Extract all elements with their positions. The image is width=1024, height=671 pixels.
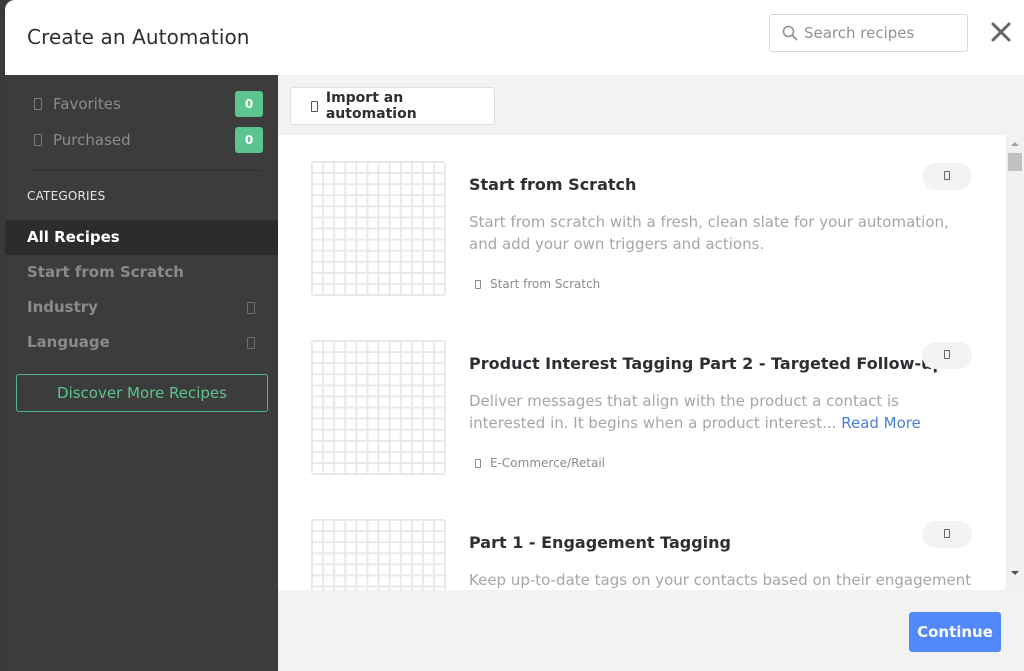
recipe-thumbnail — [311, 161, 446, 296]
category-all-recipes[interactable]: All Recipes — [5, 220, 278, 255]
category-label: All Recipes — [27, 228, 120, 246]
scrollbar-thumb[interactable] — [1008, 153, 1022, 171]
category-language[interactable]: Language — [5, 325, 278, 360]
purchased-count-badge: 0 — [235, 127, 263, 153]
recipe-tag-label: E-Commerce/Retail — [490, 456, 605, 470]
create-automation-modal: Create an Automation Favorites 0 Purchas… — [5, 0, 1024, 671]
recipe-card[interactable]: Product Interest Tagging Part 2 - Target… — [278, 314, 1006, 493]
categories-heading: CATEGORIES — [27, 189, 106, 203]
category-label: Language — [27, 333, 110, 351]
recipe-card[interactable]: Start from Scratch Start from scratch wi… — [278, 135, 1006, 314]
category-industry[interactable]: Industry — [5, 290, 278, 325]
search-input[interactable] — [804, 24, 954, 42]
recipe-description: Start from scratch with a fresh, clean s… — [469, 211, 979, 255]
chevron-right-icon — [247, 337, 255, 349]
recipe-thumbnail — [311, 340, 446, 475]
recipe-title: Part 1 - Engagement Tagging — [469, 533, 732, 552]
tag-icon — [475, 458, 481, 468]
sidebar-divider — [32, 170, 261, 171]
category-label: Start from Scratch — [27, 263, 184, 281]
recipe-title: Product Interest Tagging Part 2 - Target… — [469, 354, 944, 373]
category-label: Industry — [27, 298, 98, 316]
modal-title: Create an Automation — [27, 25, 250, 49]
scroll-down-arrow-icon[interactable] — [1011, 571, 1019, 575]
modal-header: Create an Automation — [5, 0, 1024, 75]
recipe-description-text: Keep up-to-date tags on your contacts ba… — [469, 571, 972, 589]
import-automation-button[interactable]: Import an automation — [290, 87, 495, 125]
purchased-label: Purchased — [53, 131, 131, 149]
recipe-list[interactable]: Start from Scratch Start from scratch wi… — [278, 135, 1024, 590]
favorite-toggle-button[interactable] — [922, 342, 972, 369]
search-box[interactable] — [769, 14, 968, 52]
scroll-up-arrow-icon[interactable] — [1011, 142, 1019, 146]
favorite-toggle-button[interactable] — [922, 521, 972, 548]
recipe-tag-label: Start from Scratch — [490, 277, 601, 291]
read-more-link[interactable]: Read More — [841, 414, 921, 432]
tag-icon — [475, 279, 481, 289]
recipe-list-scrollbar[interactable] — [1006, 135, 1024, 590]
cart-icon — [34, 134, 42, 146]
discover-more-recipes-button[interactable]: Discover More Recipes — [16, 374, 268, 412]
recipe-tag: E-Commerce/Retail — [475, 456, 605, 470]
heart-icon — [944, 171, 950, 180]
close-icon[interactable] — [989, 20, 1013, 44]
favorites-label: Favorites — [53, 95, 121, 113]
sidebar: Favorites 0 Purchased 0 CATEGORIES All R… — [5, 75, 278, 671]
heart-icon — [944, 529, 950, 538]
favorites-count-badge: 0 — [235, 91, 263, 117]
import-label: Import an automation — [325, 90, 417, 122]
recipe-description-text: Deliver messages that align with the pro… — [469, 392, 899, 432]
sidebar-item-favorites[interactable]: Favorites 0 — [5, 90, 278, 120]
chevron-right-icon — [247, 302, 255, 314]
recipe-description-text: Start from scratch with a fresh, clean s… — [469, 213, 949, 253]
favorite-toggle-button[interactable] — [922, 163, 972, 190]
recipe-card[interactable]: Part 1 - Engagement Tagging Keep up-to-d… — [278, 493, 1006, 590]
recipe-description: Deliver messages that align with the pro… — [469, 390, 979, 434]
recipe-tag: Start from Scratch — [475, 277, 600, 291]
category-start-from-scratch[interactable]: Start from Scratch — [5, 255, 278, 290]
recipe-thumbnail — [311, 519, 446, 590]
upload-icon — [311, 100, 318, 112]
recipe-description: Keep up-to-date tags on your contacts ba… — [469, 569, 979, 590]
heart-icon — [944, 350, 950, 359]
search-icon — [782, 25, 798, 41]
continue-button[interactable]: Continue — [909, 612, 1001, 652]
main-panel: Import an automation Start from Scratch … — [278, 75, 1024, 671]
recipe-title: Start from Scratch — [469, 175, 637, 194]
heart-icon — [34, 98, 42, 110]
sidebar-item-purchased[interactable]: Purchased 0 — [5, 126, 278, 156]
